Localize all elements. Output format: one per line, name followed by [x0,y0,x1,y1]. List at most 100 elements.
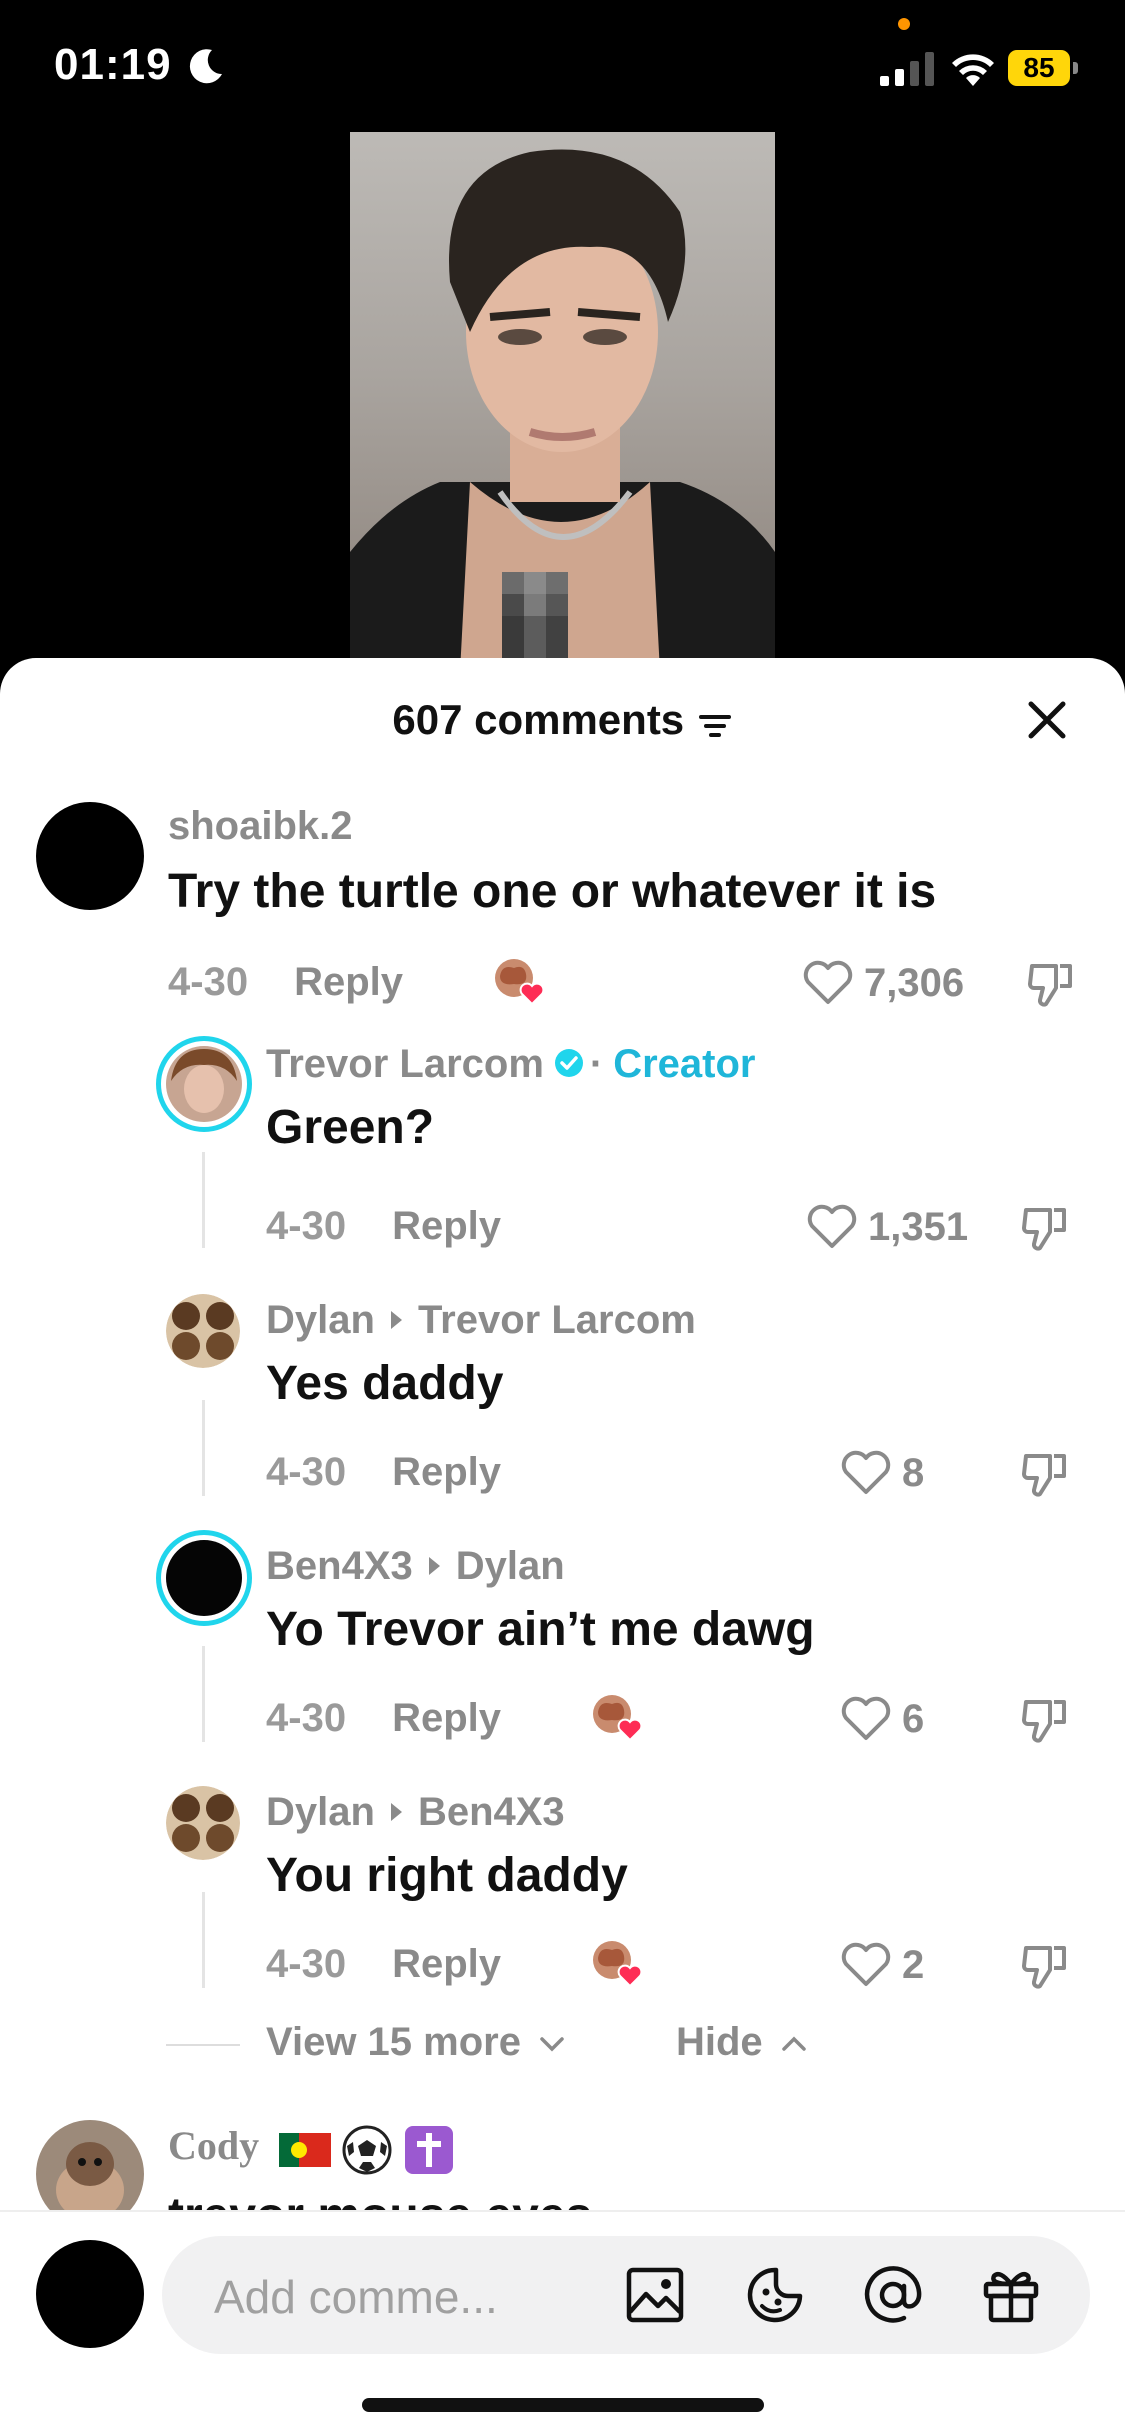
like-count: 2 [902,1942,925,1987]
creator-liked-icon [593,1695,643,1742]
comment-username[interactable]: Dylan [266,1298,375,1342]
hide-label: Hide [676,2020,763,2064]
video-preview[interactable] [350,132,775,672]
creator-liked-icon [495,959,545,1006]
like-button[interactable]: 1,351 [806,1204,968,1250]
reply-arrow-icon [428,1557,440,1575]
avatar-image [166,1294,240,1368]
avatar[interactable] [166,1786,240,1860]
comment-input-placeholder: Add comme... [214,2271,498,2323]
wifi-icon [952,54,994,86]
heart-outline-icon [841,1450,891,1494]
comment-username-line[interactable]: Dylan Trevor Larcom [266,1298,696,1343]
comment-meta: 4-30 Reply [266,1696,501,1741]
verified-badge-icon [554,1049,583,1078]
thread-line [202,1152,205,1248]
comment-meta: 4-30 Reply [168,960,403,1005]
image-icon[interactable] [624,2264,686,2326]
name-separator: · [589,1042,604,1086]
comment-username[interactable]: Cody [168,2123,259,2168]
thread-line [202,1646,205,1742]
like-count: 7,306 [864,960,965,1005]
like-button[interactable]: 8 [840,1450,924,1496]
comment-username[interactable]: Dylan [266,1790,375,1834]
cellular-signal-icon [880,52,934,86]
comment-username-line[interactable]: Dylan Ben4X3 [266,1790,565,1835]
reply-arrow-icon [390,1803,402,1821]
comment-date: 4-30 [266,1450,347,1494]
portugal-flag-icon [279,2132,332,2167]
comment-text: You right daddy [266,1849,628,1902]
dislike-icon[interactable] [1020,1204,1070,1252]
heart-outline-icon [841,1696,891,1740]
comment-meta: 4-30 Reply [266,1450,501,1495]
reply-to-username[interactable]: Trevor Larcom [418,1298,696,1342]
avatar-image [166,1046,242,1122]
status-time: 01:19 [54,40,172,89]
comment-input[interactable]: Add comme... [162,2236,1090,2354]
reply-to-username[interactable]: Ben4X3 [418,1790,565,1834]
my-avatar[interactable] [36,2240,144,2348]
comment-text: Yes daddy [266,1357,504,1410]
view-more-label: View 15 more [266,2020,521,2064]
comment-username-line[interactable]: Ben4X3 Dylan [266,1544,565,1589]
like-button[interactable]: 6 [840,1696,924,1742]
comment-date: 4-30 [168,960,249,1004]
reply-button[interactable]: Reply [392,1204,501,1248]
reply-button[interactable]: Reply [392,1942,501,1986]
comment-date: 4-30 [266,1696,347,1740]
comment-username[interactable]: Ben4X3 [266,1544,413,1588]
chevron-down-icon [540,2037,564,2052]
like-count: 8 [902,1450,925,1495]
dislike-icon[interactable] [1020,1450,1070,1498]
dislike-icon[interactable] [1020,1696,1070,1744]
status-bar: 01:19 85 [0,0,1125,140]
comment-text: Green? [266,1101,435,1154]
avatar[interactable] [156,1530,252,1626]
reply-button[interactable]: Reply [392,1696,501,1740]
sheet-header: 607 comments [0,696,1125,744]
comment-username-line[interactable]: Cody [168,2122,455,2176]
gift-icon[interactable] [980,2264,1042,2326]
comment-text: Yo Trevor ain’t me dawg [266,1603,815,1656]
avatar[interactable] [166,1294,240,1368]
mention-at-icon[interactable] [862,2264,924,2326]
heart-outline-icon [803,960,853,1004]
thread-line [202,1400,205,1496]
reply-to-username[interactable]: Dylan [456,1544,565,1588]
like-count: 6 [902,1696,925,1741]
creator-avatar[interactable] [156,1036,252,1132]
emoji-sticker-icon[interactable] [744,2264,806,2326]
home-indicator[interactable] [362,2398,764,2412]
comment-meta: 4-30 Reply [266,1942,501,1987]
thread-divider [166,2044,240,2046]
dislike-icon[interactable] [1020,1942,1070,1990]
view-more-replies-button[interactable]: View 15 more [266,2020,566,2065]
battery-indicator: 85 [1008,50,1070,86]
comment-date: 4-30 [266,1204,347,1248]
comment-username[interactable]: shoaibk.2 [168,804,353,849]
comment-text: Try the turtle one or whatever it is [168,865,937,918]
comment-meta: 4-30 Reply [266,1204,501,1249]
heart-outline-icon [841,1942,891,1986]
privacy-indicator-dot [898,18,910,30]
close-icon[interactable] [1025,698,1069,742]
like-button[interactable]: 7,306 [802,960,964,1006]
hide-replies-button[interactable]: Hide [676,2020,808,2065]
creator-label: Creator [613,1042,756,1086]
soccer-ball-icon [342,2125,392,2175]
like-button[interactable]: 2 [840,1942,924,1988]
avatar[interactable] [36,802,144,910]
do-not-disturb-moon-icon [189,49,222,84]
dislike-icon[interactable] [1026,960,1076,1008]
comment-date: 4-30 [266,1942,347,1986]
creator-liked-icon [593,1941,643,1988]
reply-button[interactable]: Reply [294,960,403,1004]
thread-line [202,1892,205,1988]
comments-sheet: 607 comments shoaibk.2 Try the turtle on… [0,658,1125,2436]
sort-filter-icon[interactable] [697,711,733,741]
comment-username[interactable]: Trevor Larcom [266,1042,544,1086]
comments-count-title: 607 comments [392,696,685,743]
reply-button[interactable]: Reply [392,1450,501,1494]
creator-username[interactable]: Trevor Larcom · Creator [266,1042,755,1087]
